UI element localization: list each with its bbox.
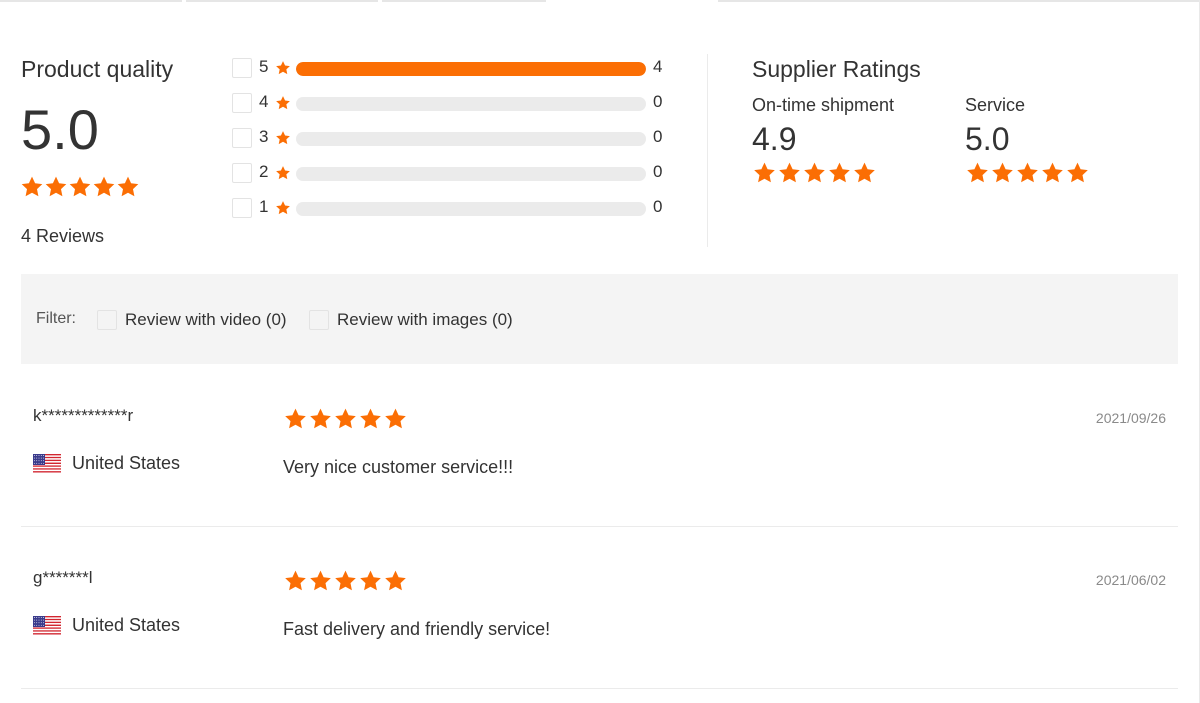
filter-video-label: Review with video (0): [125, 310, 287, 329]
histogram-count: 0: [653, 162, 663, 181]
star-icon: [383, 569, 408, 593]
histogram-count: 0: [653, 127, 663, 146]
star-icon: [333, 407, 358, 431]
star-icon: [333, 569, 358, 593]
filter-5-stars-checkbox[interactable]: [232, 58, 252, 78]
review-date: 2021/06/02: [1095, 572, 1166, 588]
star-icon: [68, 175, 92, 199]
histogram-star-value: 1: [259, 197, 269, 216]
histogram-star-value: 5: [259, 57, 269, 76]
star-icon: [965, 161, 990, 185]
review-stars: [283, 407, 408, 431]
star-icon: [44, 175, 68, 199]
star-icon: [802, 161, 827, 185]
supplier-ratings-title: Supplier Ratings: [752, 56, 921, 82]
filter-3-stars-checkbox[interactable]: [232, 128, 252, 148]
star-icon: [275, 165, 291, 181]
star-icon: [92, 175, 116, 199]
filter-video-option[interactable]: Review with video (0): [97, 310, 287, 330]
tab-underline: [382, 0, 546, 2]
histogram-bar: [296, 62, 646, 76]
product-quality-score: 5.0: [21, 98, 99, 161]
review-stars: [283, 569, 408, 593]
star-icon: [383, 407, 408, 431]
review-filter-bar: Filter: Review with video (0) Review wit…: [21, 274, 1178, 364]
country-name: United States: [72, 453, 181, 473]
star-icon: [20, 175, 44, 199]
histogram-bar: [296, 202, 646, 216]
country-name: United States: [72, 615, 181, 635]
us-flag-icon: [33, 615, 61, 636]
star-icon: [275, 130, 291, 146]
product-quality-title: Product quality: [21, 56, 174, 82]
us-flag-icon: [33, 453, 61, 474]
histogram-star-value: 3: [259, 127, 269, 146]
star-icon: [777, 161, 802, 185]
filter-images-checkbox[interactable]: [309, 310, 329, 330]
histogram-row-4: 4 0: [232, 91, 672, 113]
review-item: g*******l United States Fast delivery an…: [21, 526, 1178, 689]
ontime-shipment-value: 4.9: [752, 121, 797, 157]
star-icon: [308, 407, 333, 431]
review-date: 2021/09/26: [1095, 410, 1166, 426]
service-label: Service: [965, 95, 1026, 115]
star-icon: [275, 95, 291, 111]
filter-video-checkbox[interactable]: [97, 310, 117, 330]
filter-1-star-checkbox[interactable]: [232, 198, 252, 218]
filter-label: Filter:: [36, 310, 76, 327]
star-icon: [275, 200, 291, 216]
review-text: Very nice customer service!!!: [283, 457, 514, 477]
review-text: Fast delivery and friendly service!: [283, 619, 551, 639]
reviews-count: 4 Reviews: [21, 226, 105, 246]
star-icon: [1065, 161, 1090, 185]
star-icon: [990, 161, 1015, 185]
histogram-count: 0: [653, 92, 663, 111]
reviewer-name: g*******l: [33, 568, 93, 587]
review-item: k*************r United States Very nice …: [21, 364, 1178, 527]
star-icon: [275, 60, 291, 76]
histogram-bar-fill: [296, 62, 646, 76]
filter-images-option[interactable]: Review with images (0): [309, 310, 513, 330]
star-icon: [752, 161, 777, 185]
star-icon: [116, 175, 140, 199]
histogram-star-value: 4: [259, 92, 269, 111]
service-stars: [965, 161, 1090, 185]
ontime-shipment-rating: On-time shipment 4.9: [752, 95, 894, 185]
histogram-count: 0: [653, 197, 663, 216]
service-rating: Service 5.0: [965, 95, 1090, 185]
star-icon: [1040, 161, 1065, 185]
histogram-row-3: 3 0: [232, 126, 672, 148]
star-icon: [1015, 161, 1040, 185]
histogram-star-value: 2: [259, 162, 269, 181]
star-icon: [308, 569, 333, 593]
star-icon: [852, 161, 877, 185]
filter-4-stars-checkbox[interactable]: [232, 93, 252, 113]
ontime-shipment-stars: [752, 161, 894, 185]
tab-underline: [186, 0, 378, 2]
histogram-count: 4: [653, 57, 663, 76]
star-icon: [283, 569, 308, 593]
section-divider: [707, 54, 708, 247]
tab-underline: [0, 0, 182, 2]
tab-underline: [718, 0, 1200, 2]
tab-strip-border: [0, 0, 1200, 3]
histogram-bar: [296, 97, 646, 111]
histogram-row-2: 2 0: [232, 161, 672, 183]
histogram-bar: [296, 132, 646, 146]
histogram-row-1: 1 0: [232, 196, 672, 218]
ontime-shipment-label: On-time shipment: [752, 95, 895, 115]
reviewer-country: United States: [33, 453, 180, 474]
star-icon: [827, 161, 852, 185]
service-value: 5.0: [965, 121, 1010, 157]
star-icon: [283, 407, 308, 431]
filter-images-label: Review with images (0): [337, 310, 513, 329]
product-quality-stars: [20, 175, 140, 199]
reviewer-country: United States: [33, 615, 180, 636]
star-icon: [358, 569, 383, 593]
reviewer-name: k*************r: [33, 406, 134, 425]
histogram-bar: [296, 167, 646, 181]
histogram-row-5: 5 4: [232, 56, 672, 78]
star-icon: [358, 407, 383, 431]
filter-2-stars-checkbox[interactable]: [232, 163, 252, 183]
